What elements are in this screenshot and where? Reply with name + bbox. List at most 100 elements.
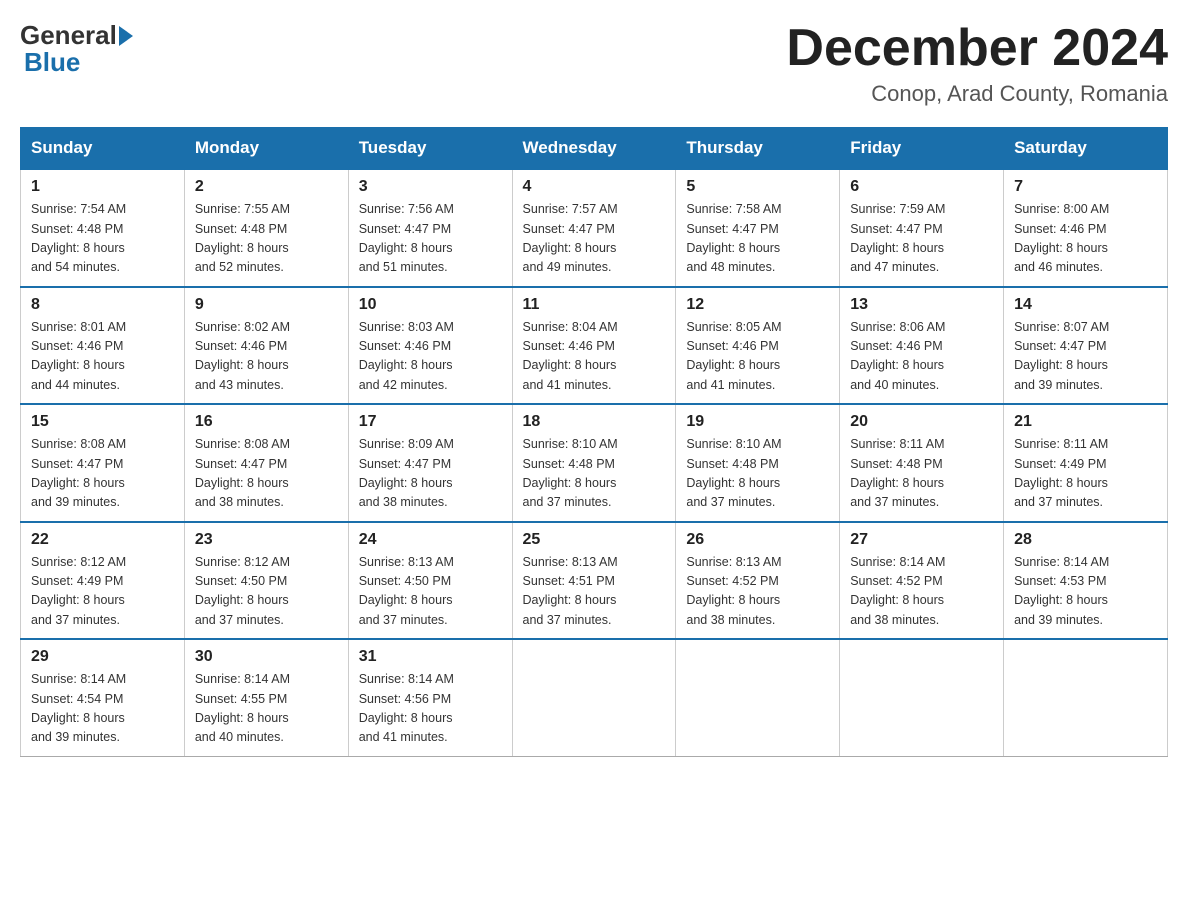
table-row: 15 Sunrise: 8:08 AM Sunset: 4:47 PM Dayl… — [21, 404, 185, 522]
table-row: 7 Sunrise: 8:00 AM Sunset: 4:46 PM Dayli… — [1004, 169, 1168, 287]
day-info: Sunrise: 8:14 AM Sunset: 4:56 PM Dayligh… — [359, 670, 502, 748]
table-row: 4 Sunrise: 7:57 AM Sunset: 4:47 PM Dayli… — [512, 169, 676, 287]
table-row: 2 Sunrise: 7:55 AM Sunset: 4:48 PM Dayli… — [184, 169, 348, 287]
day-number: 4 — [523, 178, 666, 196]
calendar-week-row: 8 Sunrise: 8:01 AM Sunset: 4:46 PM Dayli… — [21, 287, 1168, 405]
table-row — [1004, 639, 1168, 756]
day-info: Sunrise: 8:04 AM Sunset: 4:46 PM Dayligh… — [523, 318, 666, 396]
day-info: Sunrise: 8:02 AM Sunset: 4:46 PM Dayligh… — [195, 318, 338, 396]
day-info: Sunrise: 8:14 AM Sunset: 4:52 PM Dayligh… — [850, 553, 993, 631]
day-number: 24 — [359, 531, 502, 549]
day-number: 27 — [850, 531, 993, 549]
day-number: 14 — [1014, 296, 1157, 314]
day-number: 30 — [195, 648, 338, 666]
month-title: December 2024 — [786, 20, 1168, 77]
calendar-week-row: 1 Sunrise: 7:54 AM Sunset: 4:48 PM Dayli… — [21, 169, 1168, 287]
table-row: 1 Sunrise: 7:54 AM Sunset: 4:48 PM Dayli… — [21, 169, 185, 287]
day-number: 12 — [686, 296, 829, 314]
day-info: Sunrise: 7:54 AM Sunset: 4:48 PM Dayligh… — [31, 200, 174, 278]
table-row: 18 Sunrise: 8:10 AM Sunset: 4:48 PM Dayl… — [512, 404, 676, 522]
table-row: 13 Sunrise: 8:06 AM Sunset: 4:46 PM Dayl… — [840, 287, 1004, 405]
day-number: 16 — [195, 413, 338, 431]
logo-arrow-icon — [119, 26, 133, 46]
table-row: 6 Sunrise: 7:59 AM Sunset: 4:47 PM Dayli… — [840, 169, 1004, 287]
table-row: 31 Sunrise: 8:14 AM Sunset: 4:56 PM Dayl… — [348, 639, 512, 756]
day-number: 7 — [1014, 178, 1157, 196]
day-number: 25 — [523, 531, 666, 549]
day-number: 10 — [359, 296, 502, 314]
day-number: 15 — [31, 413, 174, 431]
table-row — [840, 639, 1004, 756]
table-row: 20 Sunrise: 8:11 AM Sunset: 4:48 PM Dayl… — [840, 404, 1004, 522]
day-info: Sunrise: 8:14 AM Sunset: 4:53 PM Dayligh… — [1014, 553, 1157, 631]
day-info: Sunrise: 7:58 AM Sunset: 4:47 PM Dayligh… — [686, 200, 829, 278]
table-row: 12 Sunrise: 8:05 AM Sunset: 4:46 PM Dayl… — [676, 287, 840, 405]
table-row: 5 Sunrise: 7:58 AM Sunset: 4:47 PM Dayli… — [676, 169, 840, 287]
logo-blue-text: Blue — [24, 47, 80, 78]
day-info: Sunrise: 8:06 AM Sunset: 4:46 PM Dayligh… — [850, 318, 993, 396]
day-info: Sunrise: 8:10 AM Sunset: 4:48 PM Dayligh… — [686, 435, 829, 513]
calendar-table: Sunday Monday Tuesday Wednesday Thursday… — [20, 127, 1168, 757]
calendar-week-row: 29 Sunrise: 8:14 AM Sunset: 4:54 PM Dayl… — [21, 639, 1168, 756]
day-info: Sunrise: 7:59 AM Sunset: 4:47 PM Dayligh… — [850, 200, 993, 278]
header-thursday: Thursday — [676, 128, 840, 170]
table-row: 17 Sunrise: 8:09 AM Sunset: 4:47 PM Dayl… — [348, 404, 512, 522]
day-number: 17 — [359, 413, 502, 431]
day-info: Sunrise: 8:07 AM Sunset: 4:47 PM Dayligh… — [1014, 318, 1157, 396]
day-number: 20 — [850, 413, 993, 431]
day-number: 8 — [31, 296, 174, 314]
day-number: 21 — [1014, 413, 1157, 431]
day-info: Sunrise: 8:10 AM Sunset: 4:48 PM Dayligh… — [523, 435, 666, 513]
day-number: 9 — [195, 296, 338, 314]
page-header: General Blue December 2024 Conop, Arad C… — [20, 20, 1168, 107]
day-info: Sunrise: 8:13 AM Sunset: 4:51 PM Dayligh… — [523, 553, 666, 631]
day-number: 19 — [686, 413, 829, 431]
table-row: 21 Sunrise: 8:11 AM Sunset: 4:49 PM Dayl… — [1004, 404, 1168, 522]
day-info: Sunrise: 7:55 AM Sunset: 4:48 PM Dayligh… — [195, 200, 338, 278]
table-row: 27 Sunrise: 8:14 AM Sunset: 4:52 PM Dayl… — [840, 522, 1004, 640]
table-row: 19 Sunrise: 8:10 AM Sunset: 4:48 PM Dayl… — [676, 404, 840, 522]
table-row: 30 Sunrise: 8:14 AM Sunset: 4:55 PM Dayl… — [184, 639, 348, 756]
calendar-week-row: 22 Sunrise: 8:12 AM Sunset: 4:49 PM Dayl… — [21, 522, 1168, 640]
day-info: Sunrise: 8:01 AM Sunset: 4:46 PM Dayligh… — [31, 318, 174, 396]
day-info: Sunrise: 8:00 AM Sunset: 4:46 PM Dayligh… — [1014, 200, 1157, 278]
day-number: 3 — [359, 178, 502, 196]
calendar-week-row: 15 Sunrise: 8:08 AM Sunset: 4:47 PM Dayl… — [21, 404, 1168, 522]
day-number: 6 — [850, 178, 993, 196]
day-number: 31 — [359, 648, 502, 666]
day-info: Sunrise: 8:13 AM Sunset: 4:52 PM Dayligh… — [686, 553, 829, 631]
header-saturday: Saturday — [1004, 128, 1168, 170]
day-number: 13 — [850, 296, 993, 314]
table-row: 24 Sunrise: 8:13 AM Sunset: 4:50 PM Dayl… — [348, 522, 512, 640]
day-number: 1 — [31, 178, 174, 196]
day-number: 11 — [523, 296, 666, 314]
day-info: Sunrise: 8:05 AM Sunset: 4:46 PM Dayligh… — [686, 318, 829, 396]
header-monday: Monday — [184, 128, 348, 170]
location-subtitle: Conop, Arad County, Romania — [786, 81, 1168, 107]
table-row: 11 Sunrise: 8:04 AM Sunset: 4:46 PM Dayl… — [512, 287, 676, 405]
day-number: 5 — [686, 178, 829, 196]
day-info: Sunrise: 8:13 AM Sunset: 4:50 PM Dayligh… — [359, 553, 502, 631]
calendar-header-row: Sunday Monday Tuesday Wednesday Thursday… — [21, 128, 1168, 170]
table-row: 25 Sunrise: 8:13 AM Sunset: 4:51 PM Dayl… — [512, 522, 676, 640]
day-info: Sunrise: 8:08 AM Sunset: 4:47 PM Dayligh… — [31, 435, 174, 513]
day-number: 22 — [31, 531, 174, 549]
table-row: 26 Sunrise: 8:13 AM Sunset: 4:52 PM Dayl… — [676, 522, 840, 640]
day-info: Sunrise: 7:56 AM Sunset: 4:47 PM Dayligh… — [359, 200, 502, 278]
day-info: Sunrise: 7:57 AM Sunset: 4:47 PM Dayligh… — [523, 200, 666, 278]
day-number: 23 — [195, 531, 338, 549]
day-info: Sunrise: 8:14 AM Sunset: 4:54 PM Dayligh… — [31, 670, 174, 748]
day-info: Sunrise: 8:03 AM Sunset: 4:46 PM Dayligh… — [359, 318, 502, 396]
header-tuesday: Tuesday — [348, 128, 512, 170]
title-block: December 2024 Conop, Arad County, Romani… — [786, 20, 1168, 107]
header-friday: Friday — [840, 128, 1004, 170]
table-row — [676, 639, 840, 756]
day-info: Sunrise: 8:12 AM Sunset: 4:49 PM Dayligh… — [31, 553, 174, 631]
day-info: Sunrise: 8:09 AM Sunset: 4:47 PM Dayligh… — [359, 435, 502, 513]
day-number: 2 — [195, 178, 338, 196]
table-row: 16 Sunrise: 8:08 AM Sunset: 4:47 PM Dayl… — [184, 404, 348, 522]
day-info: Sunrise: 8:12 AM Sunset: 4:50 PM Dayligh… — [195, 553, 338, 631]
day-info: Sunrise: 8:11 AM Sunset: 4:48 PM Dayligh… — [850, 435, 993, 513]
table-row: 22 Sunrise: 8:12 AM Sunset: 4:49 PM Dayl… — [21, 522, 185, 640]
table-row: 3 Sunrise: 7:56 AM Sunset: 4:47 PM Dayli… — [348, 169, 512, 287]
